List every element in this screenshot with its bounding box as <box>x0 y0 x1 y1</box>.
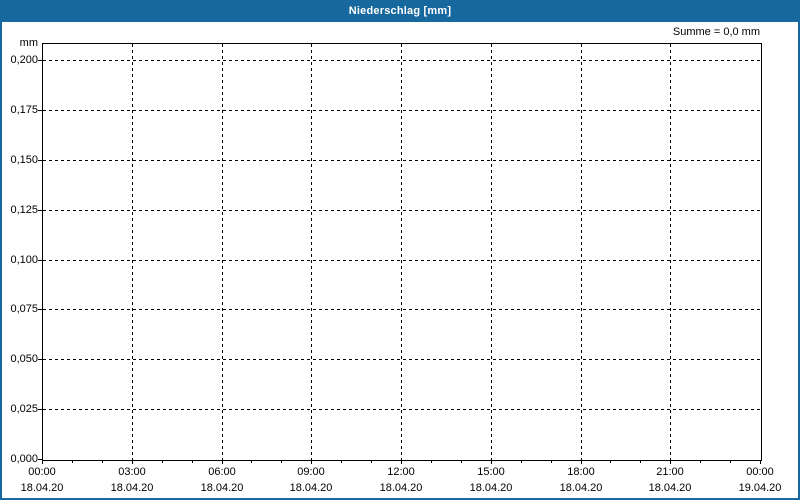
x-axis-major-tick <box>581 460 582 464</box>
x-tick-date-label: 18.04.20 <box>559 482 603 494</box>
x-tick-date-label: 18.04.20 <box>20 482 64 494</box>
x-axis-minor-tick <box>251 460 252 463</box>
y-axis-tick <box>38 160 42 161</box>
y-gridline <box>43 409 761 410</box>
x-gridline <box>401 44 402 460</box>
x-axis-minor-tick <box>521 460 522 463</box>
y-tick-label: 0,125 <box>10 204 38 216</box>
x-axis-minor-tick <box>730 460 731 463</box>
x-gridline <box>222 44 223 460</box>
y-gridline <box>43 359 761 360</box>
plot-area[interactable] <box>42 43 762 461</box>
x-axis-minor-tick <box>72 460 73 463</box>
x-axis-minor-tick <box>640 460 641 463</box>
x-tick-date-label: 19.04.20 <box>738 482 782 494</box>
x-gridline <box>132 44 133 460</box>
x-gridline <box>491 44 492 460</box>
x-tick-date-label: 18.04.20 <box>379 482 423 494</box>
x-axis-major-tick <box>670 460 671 464</box>
x-gridline <box>581 44 582 460</box>
y-tick-label: 0,075 <box>10 303 38 315</box>
x-axis-minor-tick <box>700 460 701 463</box>
x-axis-minor-tick <box>341 460 342 463</box>
x-gridline <box>311 44 312 460</box>
x-tick-time-label: 00:00 <box>746 466 774 478</box>
y-axis-tick <box>38 309 42 310</box>
y-axis-tick <box>38 110 42 111</box>
x-tick-time-label: 15:00 <box>477 466 505 478</box>
x-axis-major-tick <box>222 460 223 464</box>
x-tick-time-label: 06:00 <box>208 466 236 478</box>
y-axis-tick <box>38 60 42 61</box>
x-axis-minor-tick <box>102 460 103 463</box>
x-tick-date-label: 18.04.20 <box>110 482 154 494</box>
x-axis-minor-tick <box>162 460 163 463</box>
x-axis-minor-tick <box>371 460 372 463</box>
x-tick-date-label: 18.04.20 <box>200 482 244 494</box>
chart-window: Niederschlag [mm] Summe = 0,0 mm mm 0,00… <box>0 0 800 500</box>
y-tick-label: 0,100 <box>10 254 38 266</box>
x-tick-time-label: 12:00 <box>387 466 415 478</box>
x-axis-minor-tick <box>461 460 462 463</box>
x-axis-major-tick <box>491 460 492 464</box>
x-tick-time-label: 21:00 <box>656 466 684 478</box>
y-gridline <box>43 160 761 161</box>
sum-annotation: Summe = 0,0 mm <box>672 26 760 38</box>
x-tick-date-label: 18.04.20 <box>648 482 692 494</box>
x-axis-minor-tick <box>431 460 432 463</box>
x-axis-minor-tick <box>281 460 282 463</box>
chart-title: Niederschlag [mm] <box>348 5 452 17</box>
y-tick-label: 0,025 <box>10 403 38 415</box>
titlebar: Niederschlag [mm] <box>0 0 800 22</box>
x-axis-major-tick <box>760 460 761 464</box>
y-tick-label: 0,200 <box>10 54 38 66</box>
x-axis-major-tick <box>311 460 312 464</box>
x-axis-minor-tick <box>192 460 193 463</box>
y-axis-tick <box>38 210 42 211</box>
x-axis-minor-tick <box>551 460 552 463</box>
x-tick-time-label: 18:00 <box>567 466 595 478</box>
x-axis-minor-tick <box>610 460 611 463</box>
y-axis-tick <box>38 409 42 410</box>
y-tick-label: 0,175 <box>10 104 38 116</box>
y-tick-label: 0,000 <box>10 453 38 465</box>
y-axis-tick <box>38 359 42 360</box>
x-axis-major-tick <box>401 460 402 464</box>
chart-content: Summe = 0,0 mm mm 0,000 0,025 0,050 0,075 0,… <box>2 22 798 498</box>
x-axis-major-tick <box>42 460 43 464</box>
y-gridline <box>43 60 761 61</box>
x-tick-time-label: 03:00 <box>118 466 146 478</box>
y-gridline <box>43 210 761 211</box>
x-axis-major-tick <box>132 460 133 464</box>
y-tick-label: 0,050 <box>10 353 38 365</box>
x-tick-time-label: 00:00 <box>28 466 56 478</box>
x-tick-time-label: 09:00 <box>297 466 325 478</box>
x-tick-date-label: 18.04.20 <box>469 482 513 494</box>
y-axis-unit-label: mm <box>19 37 38 49</box>
x-tick-date-label: 18.04.20 <box>289 482 333 494</box>
y-gridline <box>43 309 761 310</box>
y-axis-tick <box>38 260 42 261</box>
y-gridline <box>43 260 761 261</box>
y-gridline <box>43 110 761 111</box>
y-tick-label: 0,150 <box>10 154 38 166</box>
x-gridline <box>670 44 671 460</box>
